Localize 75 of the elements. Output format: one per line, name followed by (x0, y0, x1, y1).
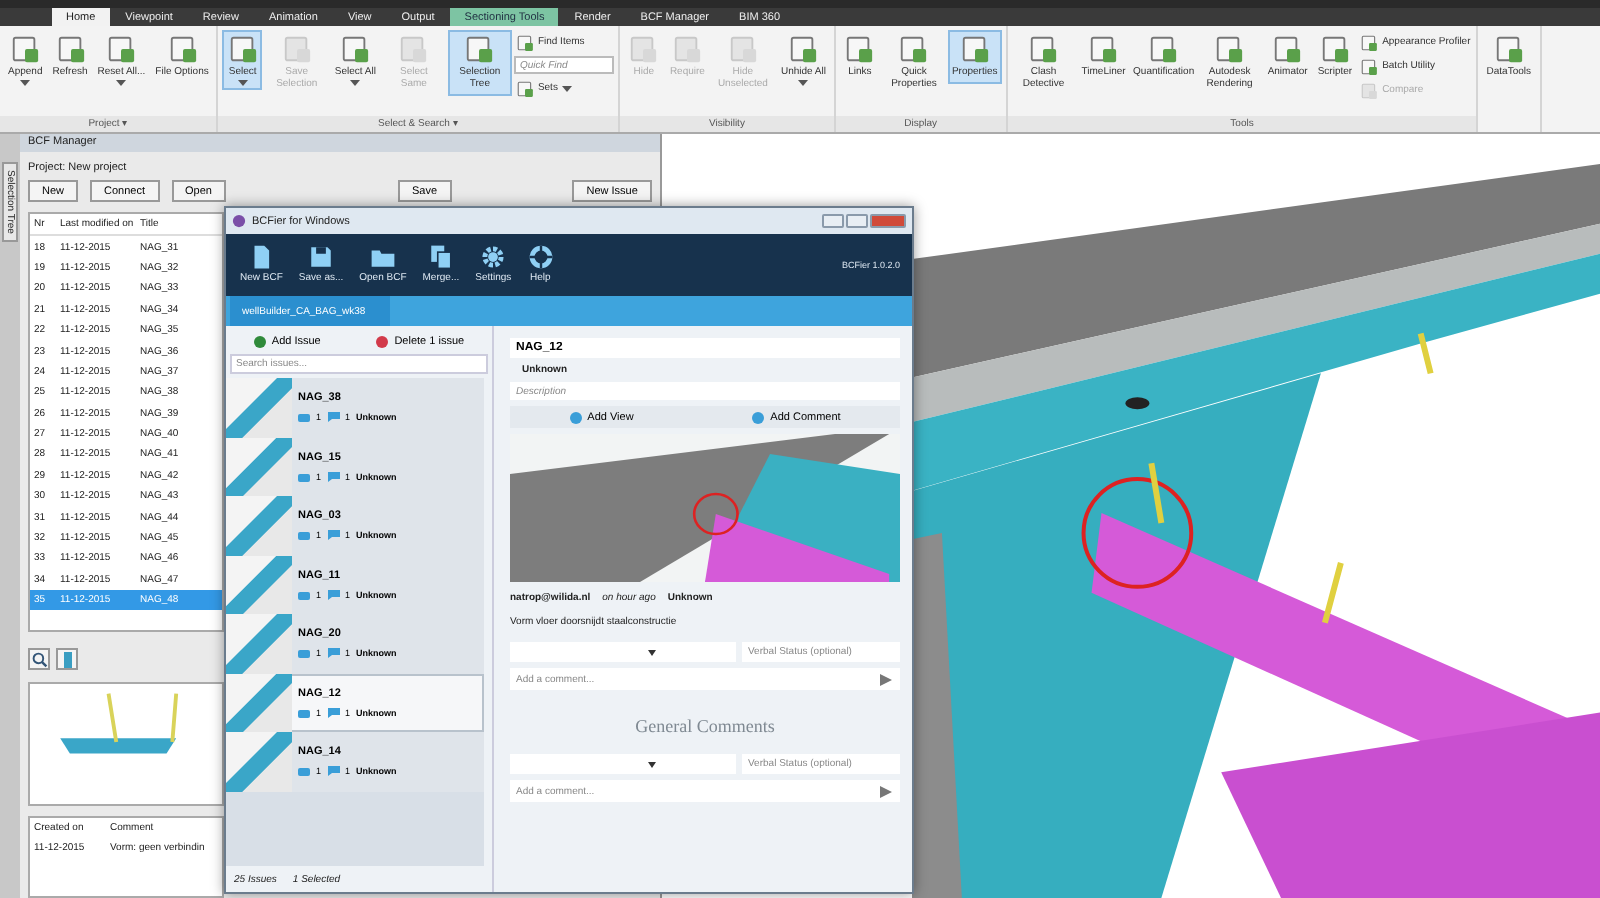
thumbnail-image (226, 732, 292, 791)
camera-icon (298, 707, 310, 718)
tool-icon (1493, 34, 1524, 64)
circle-icon (376, 336, 389, 348)
tool-icon (281, 34, 312, 64)
tool-icon (340, 34, 371, 64)
tool-icon (464, 34, 495, 64)
speech-bubble-icon (327, 530, 340, 541)
caret-icon (798, 79, 809, 86)
tool-icon (1319, 34, 1350, 64)
tool-icon (727, 34, 758, 64)
settings-icon (480, 244, 507, 271)
tool-icon (844, 34, 875, 64)
caret-icon (648, 761, 656, 767)
tool-icon (398, 34, 429, 64)
tool-icon (672, 34, 703, 64)
tool-icon (1028, 34, 1059, 64)
tool-icon (227, 34, 258, 64)
tool-icon (515, 33, 534, 51)
thumbnail-image (226, 614, 292, 673)
floppy-icon (308, 244, 335, 271)
lifebuoy-icon (527, 244, 554, 271)
documents-icon (427, 244, 454, 271)
caret-icon (350, 79, 361, 86)
tool-icon (1360, 33, 1379, 51)
send-icon[interactable] (880, 785, 892, 797)
circle-icon (253, 336, 266, 348)
thumbnail-image (226, 555, 292, 614)
camera-icon (298, 412, 310, 423)
tool-icon (106, 34, 137, 64)
speech-bubble-icon (327, 589, 340, 600)
speech-bubble-icon (327, 471, 340, 482)
thumbnail-image (226, 496, 292, 555)
close-button[interactable] (870, 214, 906, 228)
speech-bubble-icon (327, 766, 340, 777)
tool-icon (959, 34, 990, 64)
circle-icon (752, 411, 765, 423)
minimize-button[interactable] (822, 214, 844, 228)
maximize-button[interactable] (846, 214, 868, 228)
tool-icon (898, 34, 929, 64)
caret-icon (116, 79, 127, 86)
tool-icon (1148, 34, 1179, 64)
tool-icon (788, 34, 819, 64)
camera-icon (298, 648, 310, 659)
camera-icon (298, 471, 310, 482)
zoom-button[interactable] (28, 648, 50, 670)
tool-icon (167, 34, 198, 64)
caret-icon (20, 79, 31, 86)
thumbnail-image (226, 673, 292, 732)
tool-icon (628, 34, 659, 64)
camera-icon (298, 589, 310, 600)
thumbnail-image (226, 378, 292, 437)
caret-icon (648, 649, 656, 655)
app-logo-icon (232, 214, 246, 228)
caret-icon (237, 79, 248, 86)
caret-icon (561, 85, 572, 91)
figure-icon (63, 651, 71, 667)
speech-bubble-icon (327, 707, 340, 718)
tool-icon (1272, 34, 1303, 64)
speech-bubble-icon (327, 412, 340, 423)
send-icon[interactable] (880, 673, 892, 685)
tool-icon (10, 34, 41, 64)
tool-icon (1088, 34, 1119, 64)
tool-icon (515, 79, 534, 97)
tool-icon (55, 34, 85, 64)
circle-icon (569, 411, 582, 423)
speech-bubble-icon (327, 648, 340, 659)
tool-icon (1214, 34, 1245, 64)
camera-icon (298, 530, 310, 541)
search-icon (31, 651, 47, 667)
tool-icon (1360, 81, 1379, 99)
thumbnail-image (226, 437, 292, 496)
tool-icon (1360, 57, 1379, 75)
camera-icon (298, 766, 310, 777)
section-heading: General Comments (635, 714, 775, 740)
